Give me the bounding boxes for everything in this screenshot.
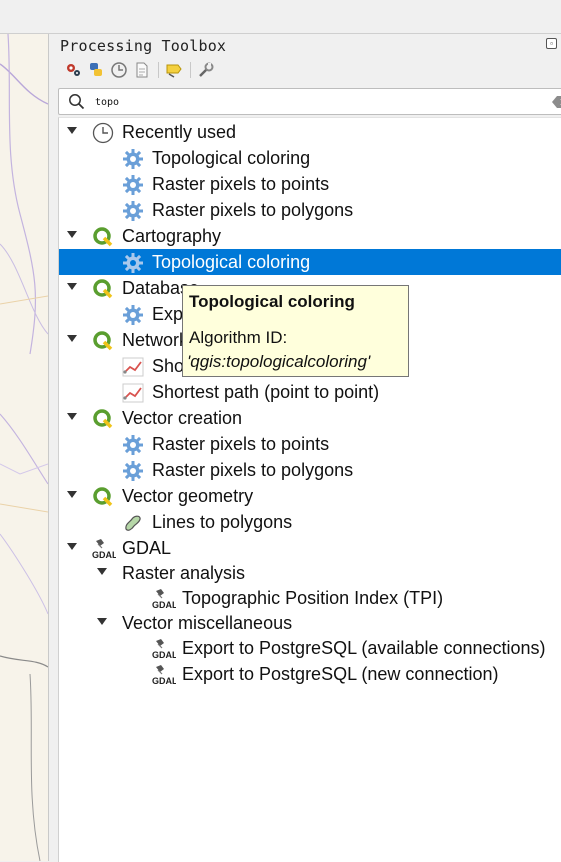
- collapse-arrow-icon[interactable]: [67, 127, 77, 134]
- algorithm-item[interactable]: Lines to polygons: [59, 509, 561, 535]
- gdal-logo-icon: GDAL: [152, 588, 178, 610]
- algorithm-tree[interactable]: Recently used Topological coloring Raste…: [58, 117, 561, 862]
- group-label: GDAL: [122, 538, 172, 558]
- algorithm-item[interactable]: GDAL Export to PostgreSQL (new connectio…: [59, 661, 561, 687]
- subgroup-label: Vector miscellaneous: [122, 613, 293, 633]
- group-vector-creation[interactable]: Vector creation: [59, 405, 561, 431]
- algorithm-label: Export to PostgreSQL (new connection): [182, 664, 499, 684]
- algorithm-item[interactable]: Raster pixels to points: [59, 171, 561, 197]
- toolbar-separator: [158, 62, 159, 78]
- shortest-path-icon: [122, 382, 144, 403]
- collapse-arrow-icon[interactable]: [67, 413, 77, 420]
- gdal-logo-icon: GDAL: [152, 664, 178, 686]
- group-cartography[interactable]: Cartography: [59, 223, 561, 249]
- main-window-top-strip: [0, 0, 561, 34]
- processing-toolbox-panel: Processing Toolbox ▫ topo Recently used …: [49, 34, 561, 862]
- tooltip-id-label: Algorithm ID:: [189, 328, 288, 347]
- group-label: Vector creation: [122, 408, 243, 428]
- qgis-logo-icon: [92, 408, 113, 429]
- toolbar-separator: [190, 62, 191, 78]
- algorithm-label: Topographic Position Index (TPI): [182, 588, 444, 608]
- lines-to-polygons-icon: [122, 512, 142, 532]
- collapse-arrow-icon[interactable]: [67, 543, 77, 550]
- subgroup-label: Raster analysis: [122, 563, 246, 583]
- algorithm-item[interactable]: Shortest path (point to point): [59, 379, 561, 405]
- gdal-logo-icon: GDAL: [92, 538, 118, 560]
- toolbox-toolbar: [63, 59, 219, 81]
- results-viewer-icon[interactable]: [132, 60, 152, 80]
- shortest-path-icon: [122, 356, 144, 377]
- collapse-arrow-icon[interactable]: [67, 231, 77, 238]
- collapse-arrow-icon[interactable]: [97, 568, 107, 575]
- algorithm-tooltip: Topological coloring Algorithm ID: 'qgis…: [182, 285, 409, 377]
- group-label: Vector geometry: [122, 486, 254, 506]
- algorithm-label: Raster pixels to points: [152, 434, 330, 454]
- qgis-logo-icon: [92, 278, 113, 299]
- collapse-arrow-icon[interactable]: [67, 283, 77, 290]
- algorithm-label: Lines to polygons: [152, 512, 293, 532]
- svg-text:GDAL: GDAL: [152, 650, 176, 660]
- algorithm-label: Shortest path (point to point): [152, 382, 380, 402]
- history-icon[interactable]: [109, 60, 129, 80]
- group-vector-geometry[interactable]: Vector geometry: [59, 483, 561, 509]
- subgroup-vector-miscellaneous[interactable]: Vector miscellaneous: [59, 610, 561, 636]
- qgis-logo-icon: [92, 486, 113, 507]
- map-canvas[interactable]: [0, 34, 49, 861]
- algorithm-label: Raster pixels to points: [152, 174, 330, 194]
- algorithm-item[interactable]: Raster pixels to polygons: [59, 457, 561, 483]
- collapse-arrow-icon[interactable]: [67, 335, 77, 342]
- gear-icon: [122, 304, 143, 325]
- algorithm-label: Raster pixels to polygons: [152, 460, 354, 480]
- run-model-icon[interactable]: [63, 60, 83, 80]
- algorithm-item[interactable]: GDAL Topographic Position Index (TPI): [59, 585, 561, 611]
- algorithm-label: Topological coloring: [152, 148, 311, 168]
- gear-icon: [122, 148, 143, 169]
- svg-text:GDAL: GDAL: [152, 600, 176, 610]
- group-label: Cartography: [122, 226, 222, 246]
- group-label: Recently used: [122, 122, 237, 142]
- gear-icon: [122, 200, 143, 221]
- qgis-logo-icon: [92, 330, 113, 351]
- gear-icon: [122, 174, 143, 195]
- algorithm-label: Topological coloring: [152, 252, 311, 272]
- collapse-arrow-icon[interactable]: [97, 618, 107, 625]
- algorithm-label: Raster pixels to polygons: [152, 200, 354, 220]
- gear-icon: [122, 252, 143, 273]
- group-recently-used[interactable]: Recently used: [59, 119, 561, 145]
- collapse-arrow-icon[interactable]: [67, 491, 77, 498]
- algorithm-label: Exp: [152, 304, 184, 324]
- options-icon[interactable]: [196, 60, 216, 80]
- gdal-logo-icon: GDAL: [152, 638, 178, 660]
- qgis-logo-icon: [92, 226, 113, 247]
- algorithm-item-selected[interactable]: Topological coloring: [59, 249, 561, 275]
- algorithm-label: Export to PostgreSQL (available connecti…: [182, 638, 546, 658]
- algorithm-item[interactable]: Raster pixels to points: [59, 431, 561, 457]
- group-label: Network: [122, 330, 189, 350]
- algorithm-item[interactable]: Raster pixels to polygons: [59, 197, 561, 223]
- group-gdal[interactable]: GDAL GDAL: [59, 535, 561, 561]
- gear-icon: [122, 460, 143, 481]
- gear-icon: [122, 434, 143, 455]
- algorithm-item[interactable]: GDAL Export to PostgreSQL (available con…: [59, 635, 561, 661]
- map-lines: [0, 34, 48, 861]
- svg-text:GDAL: GDAL: [92, 550, 116, 560]
- search-input[interactable]: [95, 94, 525, 110]
- clear-search-icon[interactable]: [551, 95, 561, 114]
- tooltip-algorithm-id: 'qgis:topologicalcoloring': [187, 352, 371, 371]
- algorithm-item[interactable]: Topological coloring: [59, 145, 561, 171]
- algorithm-label: Sho: [152, 356, 185, 376]
- search-icon: [68, 93, 85, 115]
- svg-text:GDAL: GDAL: [152, 676, 176, 686]
- search-box: [58, 88, 561, 115]
- clock-icon: [92, 122, 114, 144]
- tooltip-title: Topological coloring: [189, 292, 355, 311]
- panel-title: Processing Toolbox: [60, 37, 227, 55]
- python-scripts-icon[interactable]: [86, 60, 106, 80]
- subgroup-raster-analysis[interactable]: Raster analysis: [59, 560, 561, 586]
- edit-features-icon[interactable]: [164, 60, 184, 80]
- float-panel-button[interactable]: ▫: [546, 38, 557, 49]
